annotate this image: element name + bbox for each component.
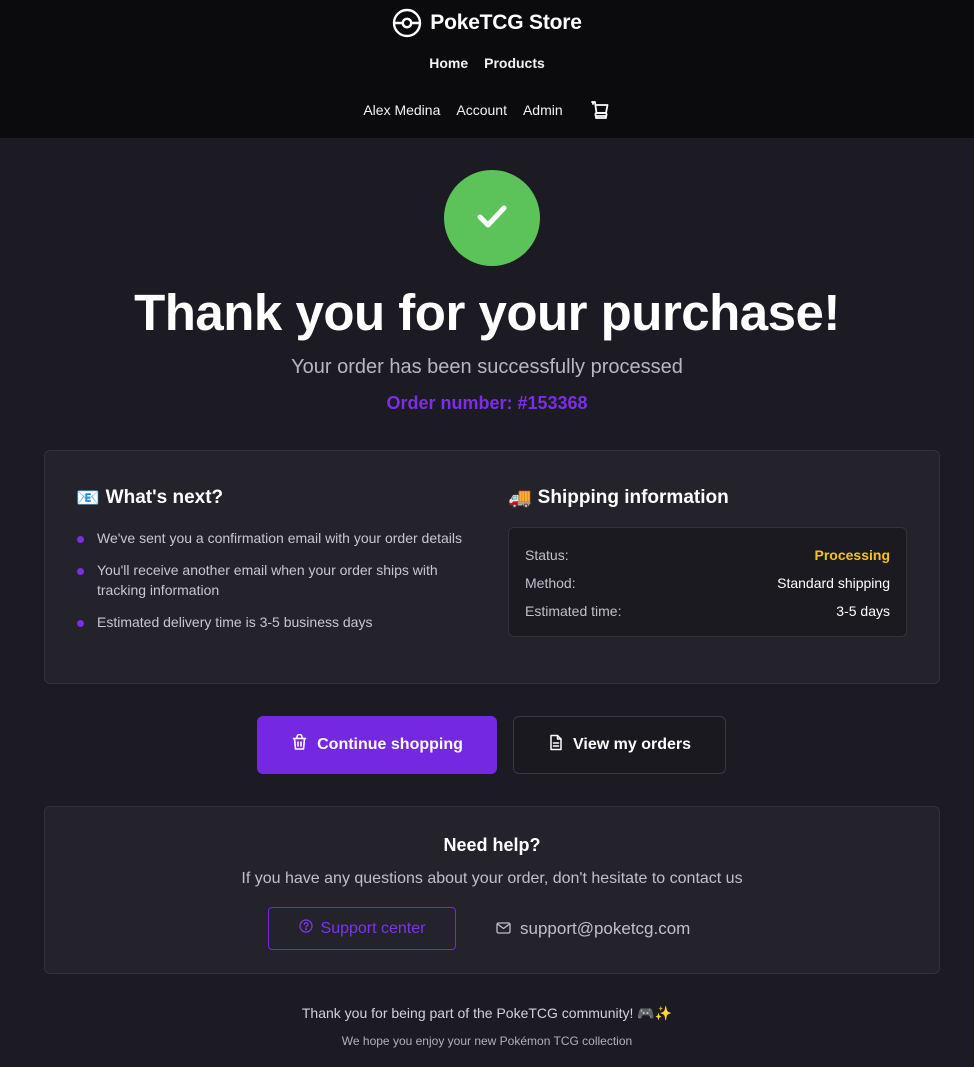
help-text: If you have any questions about your ord… bbox=[241, 870, 743, 887]
shipping-details: Status: Processing Method: Standard ship… bbox=[508, 527, 907, 637]
list-item: You'll receive another email when your o… bbox=[77, 560, 477, 600]
shipping-title: Shipping information bbox=[537, 486, 729, 508]
brand-name: PokeTCG Store bbox=[430, 11, 582, 34]
support-email-text: support@poketcg.com bbox=[520, 918, 691, 938]
page-subtitle: Your order has been successfully process… bbox=[291, 356, 683, 378]
document-icon bbox=[548, 734, 564, 756]
status-label: Status: bbox=[525, 547, 569, 563]
estimated-time-value: 3-5 days bbox=[836, 603, 890, 619]
whats-next-title: What's next? bbox=[105, 486, 224, 508]
footer-note: We hope you enjoy your new Pokémon TCG c… bbox=[341, 1034, 633, 1048]
mail-icon bbox=[496, 919, 511, 939]
footer-thanks: Thank you for being part of the PokeTCG … bbox=[301, 1005, 673, 1021]
success-badge bbox=[444, 170, 540, 266]
primary-nav: Home Products bbox=[0, 55, 974, 71]
status-value: Processing bbox=[814, 547, 890, 563]
nav-admin-link[interactable]: Admin bbox=[523, 102, 563, 118]
checkmark-icon bbox=[472, 196, 512, 241]
order-info-card: 📧 What's next? We've sent you a confirma… bbox=[44, 450, 940, 684]
method-value: Standard shipping bbox=[777, 575, 890, 591]
truck-icon: 🚚 bbox=[508, 487, 532, 509]
support-center-label: Support center bbox=[320, 919, 426, 937]
shopping-bag-icon bbox=[291, 733, 308, 756]
nav-user-link[interactable]: Alex Medina bbox=[363, 102, 440, 118]
nav-home-link[interactable]: Home bbox=[429, 55, 468, 71]
next-steps-list: We've sent you a confirmation email with… bbox=[77, 528, 477, 644]
list-item: We've sent you a confirmation email with… bbox=[77, 528, 477, 548]
help-circle-icon bbox=[298, 919, 313, 938]
help-card: Need help? If you have any questions abo… bbox=[44, 806, 940, 974]
shipping-row-status: Status: Processing bbox=[525, 541, 890, 569]
nav-account-link[interactable]: Account bbox=[456, 102, 507, 118]
order-number: Order number: #153368 bbox=[386, 393, 588, 413]
continue-shopping-button[interactable]: Continue shopping bbox=[257, 716, 497, 774]
support-email-link[interactable]: support@poketcg.com bbox=[496, 907, 690, 950]
continue-shopping-label: Continue shopping bbox=[317, 736, 463, 753]
brand[interactable]: PokeTCG Store bbox=[0, 8, 974, 38]
page-title: Thank you for your purchase! bbox=[134, 284, 840, 341]
site-header: PokeTCG Store Home Products Alex Medina … bbox=[0, 0, 974, 138]
method-label: Method: bbox=[525, 575, 576, 591]
view-orders-label: View my orders bbox=[573, 736, 691, 753]
shipping-row-method: Method: Standard shipping bbox=[525, 569, 890, 597]
secondary-nav: Alex Medina Account Admin bbox=[0, 99, 974, 121]
list-item: Estimated delivery time is 3-5 business … bbox=[77, 612, 477, 632]
shipping-row-estimated-time: Estimated time: 3-5 days bbox=[525, 597, 890, 625]
email-icon: 📧 bbox=[76, 487, 100, 509]
whats-next-heading: 📧 What's next? bbox=[76, 486, 224, 510]
estimated-time-label: Estimated time: bbox=[525, 603, 622, 619]
support-center-button[interactable]: Support center bbox=[268, 907, 456, 950]
nav-products-link[interactable]: Products bbox=[484, 55, 545, 71]
cart-icon[interactable] bbox=[589, 99, 611, 121]
view-orders-button[interactable]: View my orders bbox=[513, 716, 726, 774]
shipping-heading: 🚚 Shipping information bbox=[508, 486, 729, 510]
pokeball-icon bbox=[392, 8, 422, 38]
help-title: Need help? bbox=[443, 835, 541, 855]
